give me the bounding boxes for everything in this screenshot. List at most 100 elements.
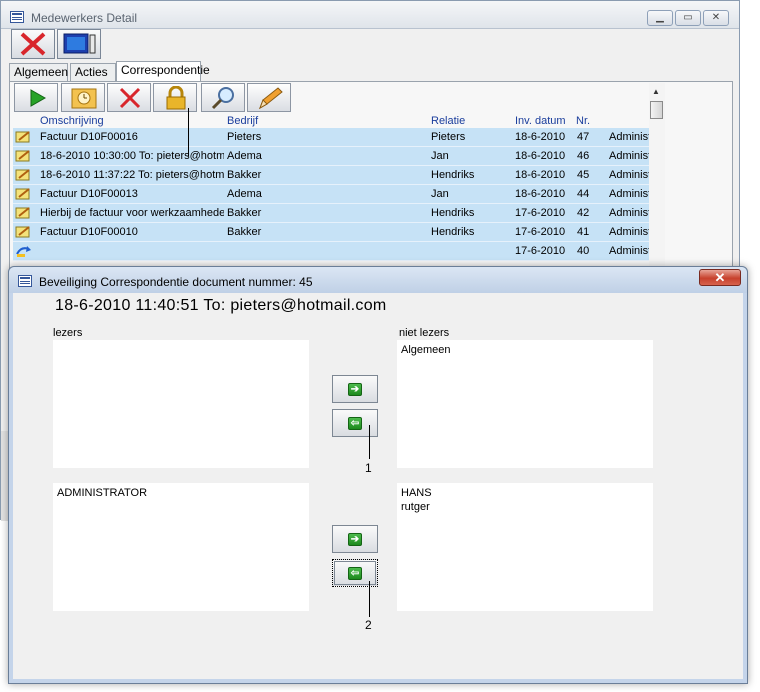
document-icon	[15, 150, 30, 162]
open-button[interactable]	[14, 83, 58, 112]
list-item[interactable]: ADMINISTRATOR	[57, 486, 305, 500]
cell-bedrijf: Bakker	[227, 207, 262, 219]
cell-relatie: Hendriks	[431, 226, 475, 238]
cell-nr: 45	[577, 169, 590, 181]
red-x-icon	[20, 32, 46, 56]
cell-extra: Administ	[609, 188, 649, 200]
document-icon	[15, 207, 30, 219]
col-omschrijving[interactable]: Omschrijving	[40, 115, 104, 127]
cell-extra: Administ	[609, 226, 649, 238]
search-button[interactable]	[201, 83, 245, 112]
cell-datum: 18-6-2010	[515, 188, 566, 200]
cell-bedrijf: Bakker	[227, 169, 262, 181]
move-right-button-2[interactable]: ➔	[332, 525, 378, 553]
cell-nr: 42	[577, 207, 590, 219]
tab-correspondentie[interactable]: Correspondentie	[116, 61, 210, 82]
scroll-up-icon[interactable]: ▲	[652, 87, 660, 96]
table-row[interactable]: 17-6-2010 40 Administ	[13, 242, 649, 261]
cell-extra: Administ	[609, 150, 649, 162]
move-right-button-1[interactable]: ➔	[332, 375, 378, 403]
window-title: Medewerkers Detail	[31, 11, 138, 25]
col-nr[interactable]: Nr.	[576, 115, 590, 127]
document-icon	[15, 131, 30, 143]
clock-icon	[71, 88, 97, 109]
cell-datum: 18-6-2010	[515, 150, 566, 162]
pencil-icon	[259, 87, 283, 110]
niet-lezers-groups-list[interactable]: Algemeen	[397, 340, 653, 468]
cell-nr: 40	[577, 245, 590, 257]
niet-lezers-label: niet lezers	[399, 327, 450, 339]
list-item[interactable]: HANS	[401, 486, 649, 500]
table-row[interactable]: Factuur D10F00016 Pieters Pieters 18-6-2…	[13, 128, 649, 147]
move-left-button-2[interactable]: ⇦	[332, 559, 378, 587]
table-row[interactable]: Factuur D10F00013 Adema Jan 18-6-2010 44…	[13, 185, 649, 204]
cell-nr: 41	[577, 226, 590, 238]
correspondentie-grid: Factuur D10F00016 Pieters Pieters 18-6-2…	[13, 128, 649, 261]
dialog-window-icon	[18, 275, 32, 287]
col-bedrijf[interactable]: Bedrijf	[227, 115, 258, 127]
cell-nr: 47	[577, 131, 590, 143]
minimize-button[interactable]: ▁	[647, 10, 673, 26]
maximize-button[interactable]: ▭	[675, 10, 701, 26]
screen-button[interactable]	[57, 29, 101, 59]
delete-button[interactable]	[107, 83, 151, 112]
cell-bedrijf: Adema	[227, 150, 262, 162]
lezers-users-list[interactable]: ADMINISTRATOR	[53, 483, 309, 611]
lezers-groups-list[interactable]	[53, 340, 309, 468]
cell-extra: Administ	[609, 169, 649, 181]
cell-relatie: Hendriks	[431, 169, 475, 181]
delete-icon	[119, 87, 141, 109]
dialog-titlebar: Beveiliging Correspondentie document num…	[9, 267, 747, 293]
edit-button[interactable]	[247, 83, 291, 112]
cell-bedrijf: Adema	[227, 188, 262, 200]
col-relatie[interactable]: Relatie	[431, 115, 465, 127]
col-inv-datum[interactable]: Inv. datum	[515, 115, 566, 127]
play-icon	[30, 89, 47, 107]
arrow-left-icon: ⇦	[348, 567, 362, 580]
cell-datum: 18-6-2010	[515, 169, 566, 181]
tab-algemeen[interactable]: Algemeen	[9, 63, 68, 81]
table-row[interactable]: 18-6-2010 11:37:22 To: pieters@hotmail B…	[13, 166, 649, 185]
table-row[interactable]: Factuur D10F00010 Bakker Hendriks 17-6-2…	[13, 223, 649, 242]
cell-datum: 17-6-2010	[515, 207, 566, 219]
security-button[interactable]	[153, 83, 197, 112]
dialog-title: Beveiliging Correspondentie document num…	[39, 275, 313, 289]
niet-lezers-users-list[interactable]: HANS rutger	[397, 483, 653, 611]
grid-scrollbar[interactable]: ▲	[649, 83, 665, 273]
cell-relatie: Pieters	[431, 131, 466, 143]
document-icon	[15, 188, 30, 200]
cell-relatie: Hendriks	[431, 207, 475, 219]
cell-relatie: Jan	[431, 188, 449, 200]
document-heading: 18-6-2010 11:40:51 To: pieters@hotmail.c…	[55, 297, 387, 314]
list-item[interactable]: rutger	[401, 500, 649, 514]
cell-extra: Administ	[609, 245, 649, 257]
move-left-button-1[interactable]: ⇦	[332, 409, 378, 437]
cell-omschrijving: Hierbij de factuur voor werkzaamheden	[40, 207, 224, 219]
window-icon	[10, 11, 24, 23]
list-item[interactable]: Algemeen	[401, 343, 649, 357]
callout-line-1	[369, 425, 370, 459]
cell-datum: 18-6-2010	[515, 131, 566, 143]
lock-icon	[166, 86, 186, 110]
close-record-button[interactable]	[11, 29, 55, 59]
dialog-close-button[interactable]: ✕	[699, 269, 741, 286]
cell-omschrijving: 18-6-2010 11:37:22 To: pieters@hotmail	[40, 169, 224, 181]
tab-acties[interactable]: Acties	[70, 63, 116, 81]
callout-number-2: 2	[365, 618, 372, 632]
cell-datum: 17-6-2010	[515, 245, 566, 257]
close-window-button[interactable]: ✕	[703, 10, 729, 26]
document-icon	[15, 226, 30, 238]
cell-relatie: Jan	[431, 150, 449, 162]
schedule-button[interactable]	[61, 83, 105, 112]
document-icon	[15, 169, 30, 181]
callout-line-2	[369, 581, 370, 617]
scroll-thumb[interactable]	[650, 101, 663, 119]
window-titlebar: Medewerkers Detail ▁ ▭ ✕	[1, 1, 739, 29]
table-row[interactable]: 18-6-2010 10:30:00 To: pieters@hotmail A…	[13, 147, 649, 166]
reply-icon	[16, 246, 31, 257]
cell-omschrijving: Factuur D10F00010	[40, 226, 138, 238]
cell-extra: Administ	[609, 131, 649, 143]
table-row[interactable]: Hierbij de factuur voor werkzaamheden Ba…	[13, 204, 649, 223]
callout-number-1: 1	[365, 461, 372, 475]
cell-bedrijf: Bakker	[227, 226, 262, 238]
